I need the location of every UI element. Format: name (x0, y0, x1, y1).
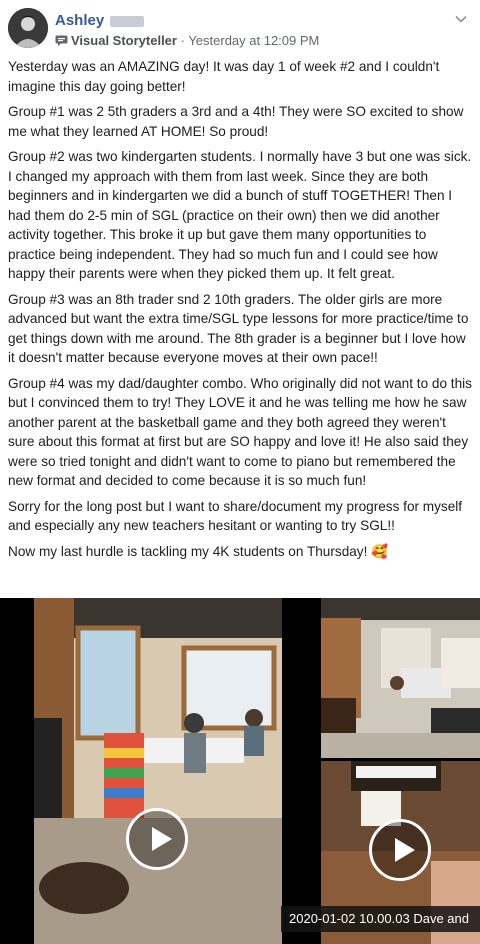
play-icon[interactable] (369, 819, 431, 881)
post-paragraph: Group #4 was my dad/daughter combo. Who … (8, 375, 472, 489)
post-meta: Visual Storyteller · Yesterday at 12:09 … (55, 33, 319, 48)
post-paragraph: Now my last hurdle is tackling my 4K stu… (8, 543, 389, 559)
post-header: Ashley Visual Storyteller · Yesterday at… (0, 0, 480, 56)
video-tile-top-right[interactable] (321, 598, 480, 758)
badge-label[interactable]: Visual Storyteller (71, 33, 177, 48)
post-paragraph: Group #2 was two kindergarten students. … (8, 149, 472, 281)
post-paragraph: Yesterday was an AMAZING day! It was day… (8, 59, 440, 94)
play-icon[interactable] (126, 808, 188, 870)
video-caption: 2020-01-02 10.00.03 Dave and (281, 906, 480, 932)
author-name[interactable]: Ashley (55, 12, 145, 29)
post-paragraph: Sorry for the long post but I want to sh… (8, 498, 463, 534)
avatar[interactable] (8, 8, 48, 48)
post-paragraph: Group #3 was an 8th trader snd 2 10th gr… (8, 291, 469, 366)
media-grid: 2020-01-02 10.00.03 Dave and (0, 598, 480, 944)
chevron-down-icon[interactable] (454, 12, 468, 26)
post-timestamp[interactable]: Yesterday at 12:09 PM (188, 33, 319, 48)
video-tile-main[interactable] (34, 598, 282, 944)
post-paragraph: Group #1 was 2 5th graders a 3rd and a 4… (8, 104, 464, 139)
post-body: Yesterday was an AMAZING day! It was day… (8, 57, 472, 567)
redacted-surname (110, 15, 145, 27)
meta-separator: · (176, 33, 189, 48)
storyteller-icon (55, 35, 68, 46)
